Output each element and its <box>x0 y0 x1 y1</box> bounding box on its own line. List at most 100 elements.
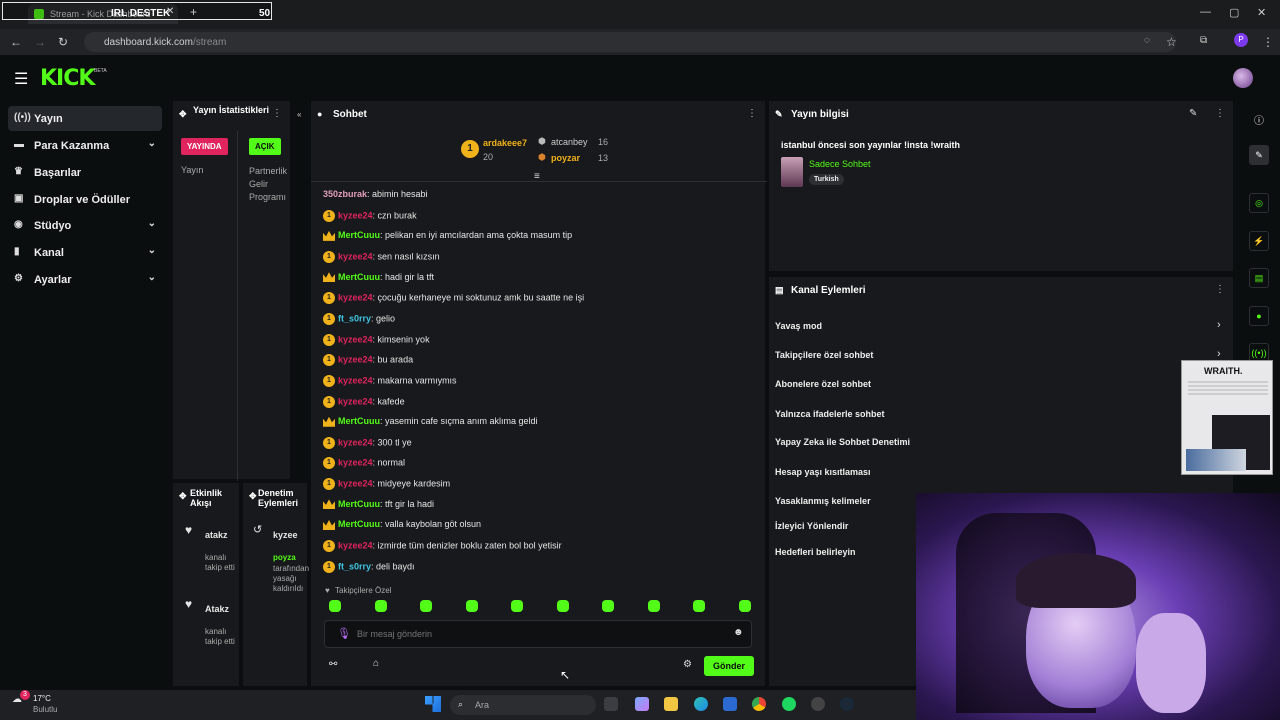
drag-handle-icon[interactable]: ✥ <box>179 109 187 119</box>
emote-icon[interactable] <box>556 600 569 612</box>
emote-icon[interactable] <box>420 600 432 612</box>
chat-username[interactable]: kyzee24 <box>338 458 373 468</box>
moderation-user[interactable]: kyzee <box>273 530 298 540</box>
chat-username[interactable]: kyzee24 <box>338 396 373 406</box>
eye-off-icon[interactable]: ◌ <box>1144 35 1150 46</box>
chat-settings-icon[interactable]: ⚙ <box>683 659 692 670</box>
sidebar-item-studyo[interactable]: ◉ Stüdyo ⌄ <box>8 213 162 238</box>
channel-action-slow-mode[interactable]: Yavaş mod <box>775 321 822 335</box>
stats-menu-icon[interactable]: ⋮ <box>272 108 282 119</box>
chat-username[interactable]: kyzee24 <box>338 334 373 344</box>
copilot-icon[interactable] <box>635 697 649 711</box>
emote-icon[interactable] <box>329 600 341 612</box>
taskbar-search[interactable]: ⌕ Ara <box>450 695 596 715</box>
store-app-icon[interactable] <box>723 697 737 711</box>
drag-handle-icon[interactable]: ✥ <box>179 491 187 501</box>
category-link[interactable]: Sadece Sohbet <box>809 159 871 169</box>
file-explorer-icon[interactable] <box>664 697 678 711</box>
collapse-icon[interactable]: « <box>297 110 301 119</box>
kick-logo[interactable]: KICK <box>40 66 95 91</box>
reload-icon[interactable]: ↻ <box>58 35 68 49</box>
chat-username[interactable]: 350zburak <box>323 189 367 199</box>
star-icon[interactable]: ☆ <box>1166 35 1177 49</box>
gifter-name[interactable]: ardakeee7 <box>483 138 527 148</box>
rail-lightning-button[interactable]: ⚡ <box>1249 231 1269 251</box>
sidebar-item-yayin[interactable]: ((•)) Yayın <box>8 106 162 131</box>
gifter-name[interactable]: poyzar <box>551 153 580 163</box>
channel-action-emotes-only[interactable]: Yalnızca ifadelerle sohbet <box>775 409 885 423</box>
channel-action-banned-words[interactable]: Yasaklanmış kelimeler <box>775 496 871 510</box>
task-view-icon[interactable] <box>604 697 618 711</box>
new-tab-icon[interactable]: + <box>190 5 197 19</box>
gifter-name[interactable]: atcanbey <box>551 137 588 147</box>
sidebar-item-ayarlar[interactable]: ⚙ Ayarlar ⌄ <box>8 267 162 292</box>
stream-info-menu-icon[interactable]: ⋮ <box>1215 108 1225 119</box>
emote-icon[interactable] <box>738 600 751 612</box>
chat-username[interactable]: kyzee24 <box>338 210 373 220</box>
forward-icon[interactable]: → <box>34 35 46 49</box>
emote-icon[interactable] <box>602 600 614 612</box>
chat-username[interactable]: kyzee24 <box>338 437 373 447</box>
chat-username[interactable]: kyzee24 <box>338 375 373 385</box>
store-icon[interactable]: ⌂ <box>373 658 379 669</box>
chat-username[interactable]: MertCuuu <box>338 416 380 426</box>
app-icon[interactable] <box>811 697 825 711</box>
activity-user[interactable]: Atakz <box>205 604 229 614</box>
chat-username[interactable]: kyzee24 <box>338 478 373 488</box>
minimize-icon[interactable]: — <box>1200 6 1211 18</box>
rail-edit-button[interactable]: ✎ <box>1249 145 1269 165</box>
sidebar-item-para-kazanma[interactable]: ▬ Para Kazanma ⌄ <box>8 133 162 158</box>
sidebar-item-droplar[interactable]: ▣ Droplar ve Ödüller <box>8 187 162 212</box>
drag-handle-icon[interactable]: ✥ <box>249 491 257 501</box>
moderation-actor[interactable]: poyza <box>273 553 296 562</box>
chat-username[interactable]: kyzee24 <box>338 355 373 365</box>
channel-action-ai-moderation[interactable]: Yapay Zeka ile Sohbet Denetimi <box>775 437 910 451</box>
emote-icon[interactable] <box>693 600 705 612</box>
activity-user[interactable]: atakz <box>205 530 228 540</box>
rail-list-button[interactable]: ▤ <box>1249 268 1269 288</box>
emoji-icon[interactable]: ☻ <box>733 627 744 638</box>
rail-chat-button[interactable]: ● <box>1249 306 1269 326</box>
chat-username[interactable]: MertCuuu <box>338 230 380 240</box>
channel-action-subscribers-only[interactable]: Abonelere özel sohbet <box>775 379 871 393</box>
chrome-icon[interactable] <box>752 697 766 711</box>
chat-username[interactable]: kyzee24 <box>338 293 373 303</box>
chat-username[interactable]: MertCuuu <box>338 499 380 509</box>
windows-start-icon[interactable] <box>425 696 441 712</box>
channel-action-goals[interactable]: Hedefleri belirleyin <box>775 547 856 561</box>
emote-icon[interactable] <box>374 600 387 612</box>
send-button[interactable]: Gönder <box>704 656 754 676</box>
chat-username[interactable]: ft_s0rry <box>338 561 371 571</box>
rail-focus-button[interactable]: ◎ <box>1249 193 1269 213</box>
emote-icon[interactable] <box>647 600 660 612</box>
chat-username[interactable]: MertCuuu <box>338 519 380 529</box>
browser-menu-icon[interactable]: ⋮ <box>1262 35 1274 49</box>
message-input-field[interactable] <box>357 626 727 642</box>
maximize-icon[interactable]: ▢ <box>1229 6 1239 19</box>
back-icon[interactable]: ← <box>10 35 22 49</box>
chat-username[interactable]: ft_s0rry <box>338 313 371 323</box>
weather-temp[interactable]: 17°C <box>33 694 51 703</box>
sidebar-item-kanal[interactable]: ▮ Kanal ⌄ <box>8 240 162 265</box>
spotify-icon[interactable] <box>782 697 796 711</box>
emote-icon[interactable] <box>465 600 478 612</box>
url-field[interactable]: dashboard.kick.com/stream <box>84 32 1176 52</box>
chat-username[interactable]: kyzee24 <box>338 251 373 261</box>
category-thumbnail[interactable] <box>781 157 803 187</box>
edit-icon[interactable]: ✎ <box>1189 108 1197 119</box>
steam-icon[interactable] <box>840 697 854 711</box>
microphone-icon[interactable]: 🎙 <box>337 627 351 640</box>
chat-menu-icon[interactable]: ⋮ <box>747 108 757 119</box>
browser-profile-avatar[interactable]: P <box>1234 33 1248 47</box>
chat-username[interactable]: MertCuuu <box>338 272 380 282</box>
chevron-right-icon[interactable]: › <box>1217 319 1221 331</box>
gifting-icon[interactable]: ⚯ <box>329 659 337 670</box>
channel-action-redirect[interactable]: İzleyici Yönlendir <box>775 521 848 535</box>
chat-username[interactable]: kyzee24 <box>338 540 373 550</box>
tab-close-icon[interactable]: ✕ <box>166 6 174 17</box>
chevron-right-icon[interactable]: › <box>1217 348 1221 360</box>
extensions-icon[interactable]: ⧉ <box>1200 35 1207 46</box>
channel-actions-menu-icon[interactable]: ⋮ <box>1215 284 1225 295</box>
emote-icon[interactable] <box>511 600 523 612</box>
edge-icon[interactable] <box>694 697 708 711</box>
